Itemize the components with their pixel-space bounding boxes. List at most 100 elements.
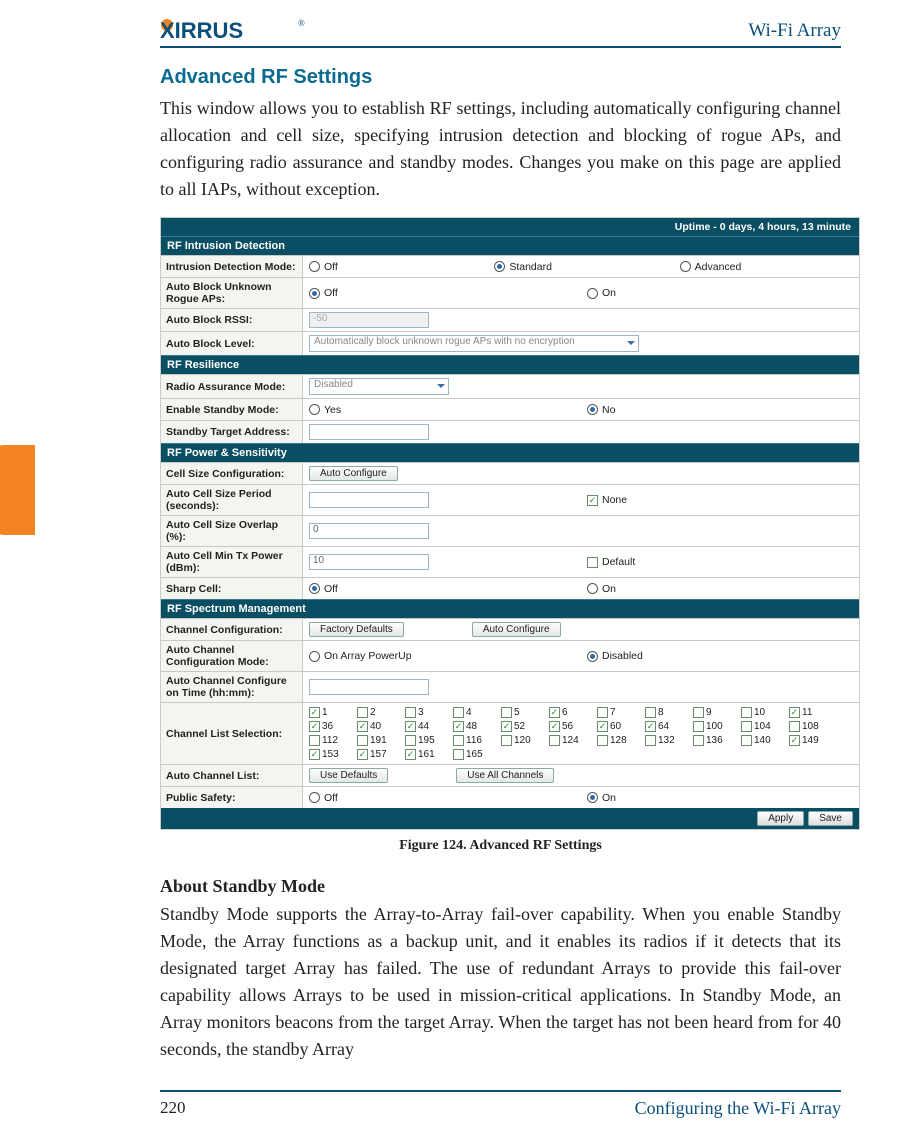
svg-text:XIRRUS: XIRRUS xyxy=(160,18,243,42)
chk-channel-124[interactable] xyxy=(549,735,560,746)
btn-acl-defaults[interactable]: Use Defaults xyxy=(309,768,388,783)
label-ram: Radio Assurance Mode: xyxy=(161,375,303,398)
chk-channel-157[interactable] xyxy=(357,749,368,760)
btn-csc-auto[interactable]: Auto Configure xyxy=(309,466,398,481)
radio-abu-off[interactable] xyxy=(309,288,320,299)
uptime-bar: Uptime - 0 days, 4 hours, 13 minute xyxy=(161,218,859,236)
label-acct: Auto Channel Configure on Time (hh:mm): xyxy=(161,672,303,702)
xirrus-logo: XIRRUS ® xyxy=(160,18,312,42)
figure-124: Uptime - 0 days, 4 hours, 13 minute RF I… xyxy=(160,217,841,854)
chk-channel-36[interactable] xyxy=(309,721,320,732)
chk-channel-10[interactable] xyxy=(741,707,752,718)
chk-channel-140[interactable] xyxy=(741,735,752,746)
radio-accm-powerup[interactable] xyxy=(309,651,320,662)
label-abl: Auto Block Level: xyxy=(161,332,303,355)
label-acsp: Auto Cell Size Period (seconds): xyxy=(161,485,303,515)
chk-channel-104[interactable] xyxy=(741,721,752,732)
group-power: RF Power & Sensitivity xyxy=(161,443,859,462)
chk-channel-108[interactable] xyxy=(789,721,800,732)
chk-channel-9[interactable] xyxy=(693,707,704,718)
chk-channel-6[interactable] xyxy=(549,707,560,718)
input-acct[interactable] xyxy=(309,679,429,695)
chk-channel-56[interactable] xyxy=(549,721,560,732)
btn-save[interactable]: Save xyxy=(808,811,853,826)
chk-channel-112[interactable] xyxy=(309,735,320,746)
page-header: XIRRUS ® Wi-Fi Array xyxy=(160,18,841,48)
chk-channel-48[interactable] xyxy=(453,721,464,732)
chk-channel-44[interactable] xyxy=(405,721,416,732)
group-resilience: RF Resilience xyxy=(161,355,859,374)
input-sta[interactable] xyxy=(309,424,429,440)
btn-acl-all[interactable]: Use All Channels xyxy=(456,768,554,783)
input-acso[interactable]: 0 xyxy=(309,523,429,539)
label-acso: Auto Cell Size Overlap (%): xyxy=(161,516,303,546)
label-cls: Channel List Selection: xyxy=(161,703,303,764)
chk-channel-153[interactable] xyxy=(309,749,320,760)
chk-channel-1[interactable] xyxy=(309,707,320,718)
group-spectrum: RF Spectrum Management xyxy=(161,599,859,618)
btn-ccfg-factory[interactable]: Factory Defaults xyxy=(309,622,404,637)
label-acl: Auto Channel List: xyxy=(161,765,303,786)
btn-ccfg-auto[interactable]: Auto Configure xyxy=(472,622,561,637)
select-abl[interactable]: Automatically block unknown rogue APs wi… xyxy=(309,335,639,352)
radio-sharp-on[interactable] xyxy=(587,583,598,594)
radio-accm-disabled[interactable] xyxy=(587,651,598,662)
chk-channel-132[interactable] xyxy=(645,735,656,746)
radio-esm-yes[interactable] xyxy=(309,404,320,415)
chk-channel-116[interactable] xyxy=(453,735,464,746)
chk-channel-100[interactable] xyxy=(693,721,704,732)
side-tab-marker xyxy=(0,445,35,535)
page-footer: 220 Configuring the Wi-Fi Array xyxy=(160,1090,841,1119)
chk-channel-64[interactable] xyxy=(645,721,656,732)
subsection-body: Standby Mode supports the Array-to-Array… xyxy=(160,901,841,1063)
chk-channel-2[interactable] xyxy=(357,707,368,718)
radio-idm-off[interactable] xyxy=(309,261,320,272)
label-sta: Standby Target Address: xyxy=(161,421,303,443)
chk-channel-120[interactable] xyxy=(501,735,512,746)
select-ram[interactable]: Disabled xyxy=(309,378,449,395)
section-title: Advanced RF Settings xyxy=(160,66,841,89)
label-abr: Auto Block RSSI: xyxy=(161,309,303,331)
chk-channel-8[interactable] xyxy=(645,707,656,718)
label-sharp: Sharp Cell: xyxy=(161,578,303,599)
label-esm: Enable Standby Mode: xyxy=(161,399,303,420)
label-csc: Cell Size Configuration: xyxy=(161,463,303,484)
chk-channel-7[interactable] xyxy=(597,707,608,718)
chk-channel-60[interactable] xyxy=(597,721,608,732)
chk-acmt-default[interactable] xyxy=(587,557,598,568)
radio-ps-on[interactable] xyxy=(587,792,598,803)
rf-settings-screenshot: Uptime - 0 days, 4 hours, 13 minute RF I… xyxy=(160,217,860,830)
channel-grid: 1234567891011364044485256606410010410811… xyxy=(303,703,859,764)
chk-channel-165[interactable] xyxy=(453,749,464,760)
input-abr[interactable]: -50 xyxy=(309,312,429,328)
chk-channel-195[interactable] xyxy=(405,735,416,746)
chk-channel-161[interactable] xyxy=(405,749,416,760)
chk-channel-5[interactable] xyxy=(501,707,512,718)
radio-idm-standard[interactable] xyxy=(494,261,505,272)
radio-abu-on[interactable] xyxy=(587,288,598,299)
chk-channel-40[interactable] xyxy=(357,721,368,732)
header-product: Wi-Fi Array xyxy=(748,20,841,42)
chk-acsp-none[interactable] xyxy=(587,495,598,506)
chk-channel-128[interactable] xyxy=(597,735,608,746)
chk-channel-136[interactable] xyxy=(693,735,704,746)
label-accm: Auto Channel Configuration Mode: xyxy=(161,641,303,671)
chk-channel-52[interactable] xyxy=(501,721,512,732)
label-idm: Intrusion Detection Mode: xyxy=(161,256,303,277)
chk-channel-4[interactable] xyxy=(453,707,464,718)
chk-channel-3[interactable] xyxy=(405,707,416,718)
chk-channel-11[interactable] xyxy=(789,707,800,718)
figure-caption: Figure 124. Advanced RF Settings xyxy=(160,838,841,854)
input-acmt[interactable]: 10 xyxy=(309,554,429,570)
radio-idm-advanced[interactable] xyxy=(680,261,691,272)
label-abu: Auto Block Unknown Rogue APs: xyxy=(161,278,303,308)
btn-apply[interactable]: Apply xyxy=(757,811,804,826)
svg-text:®: ® xyxy=(298,18,305,28)
radio-ps-off[interactable] xyxy=(309,792,320,803)
chk-channel-191[interactable] xyxy=(357,735,368,746)
chk-channel-149[interactable] xyxy=(789,735,800,746)
radio-sharp-off[interactable] xyxy=(309,583,320,594)
subsection-title: About Standby Mode xyxy=(160,876,841,897)
input-acsp[interactable] xyxy=(309,492,429,508)
radio-esm-no[interactable] xyxy=(587,404,598,415)
